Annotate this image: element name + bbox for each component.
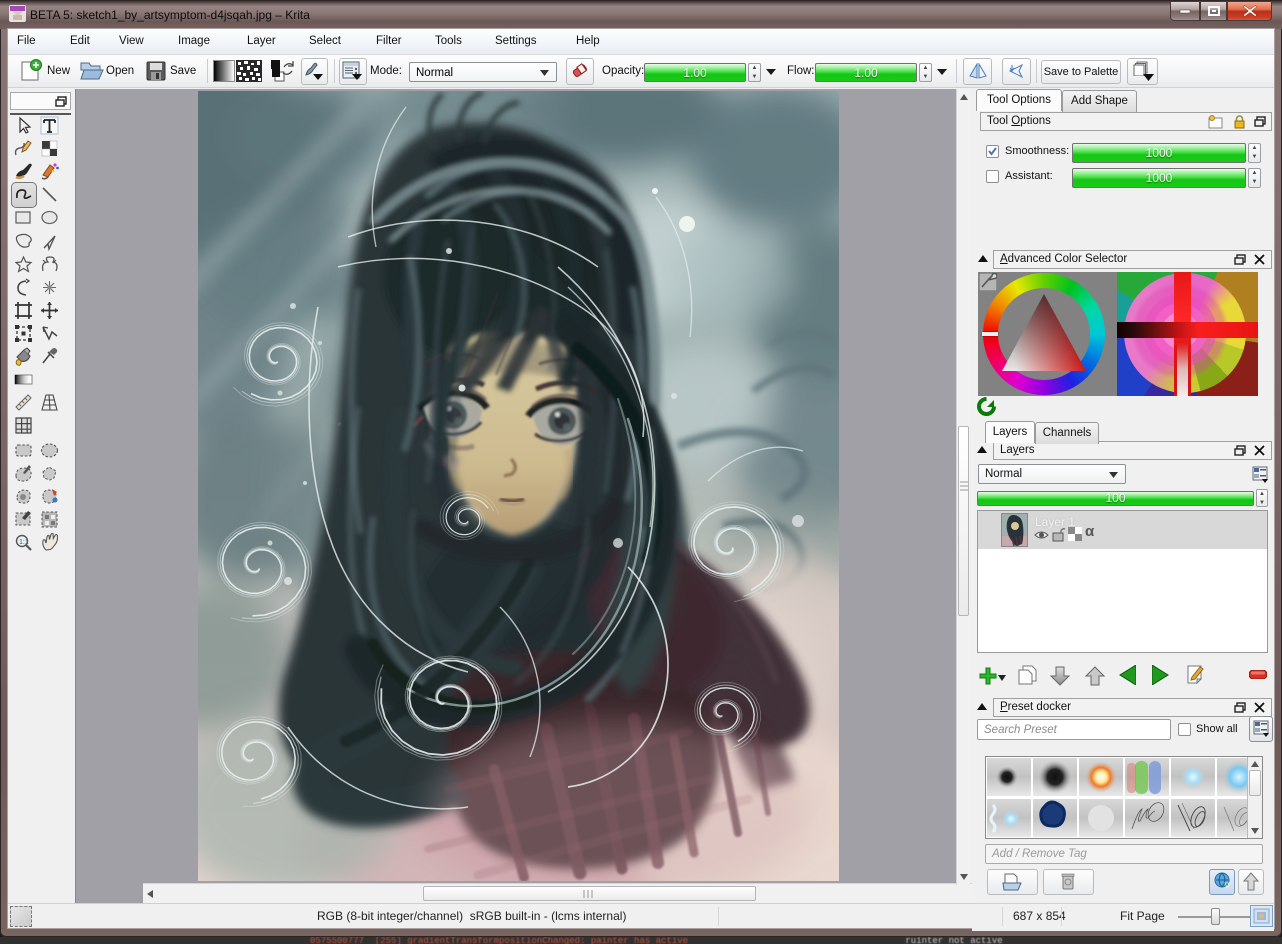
svg-text:1:1: 1:1 [19,539,29,546]
